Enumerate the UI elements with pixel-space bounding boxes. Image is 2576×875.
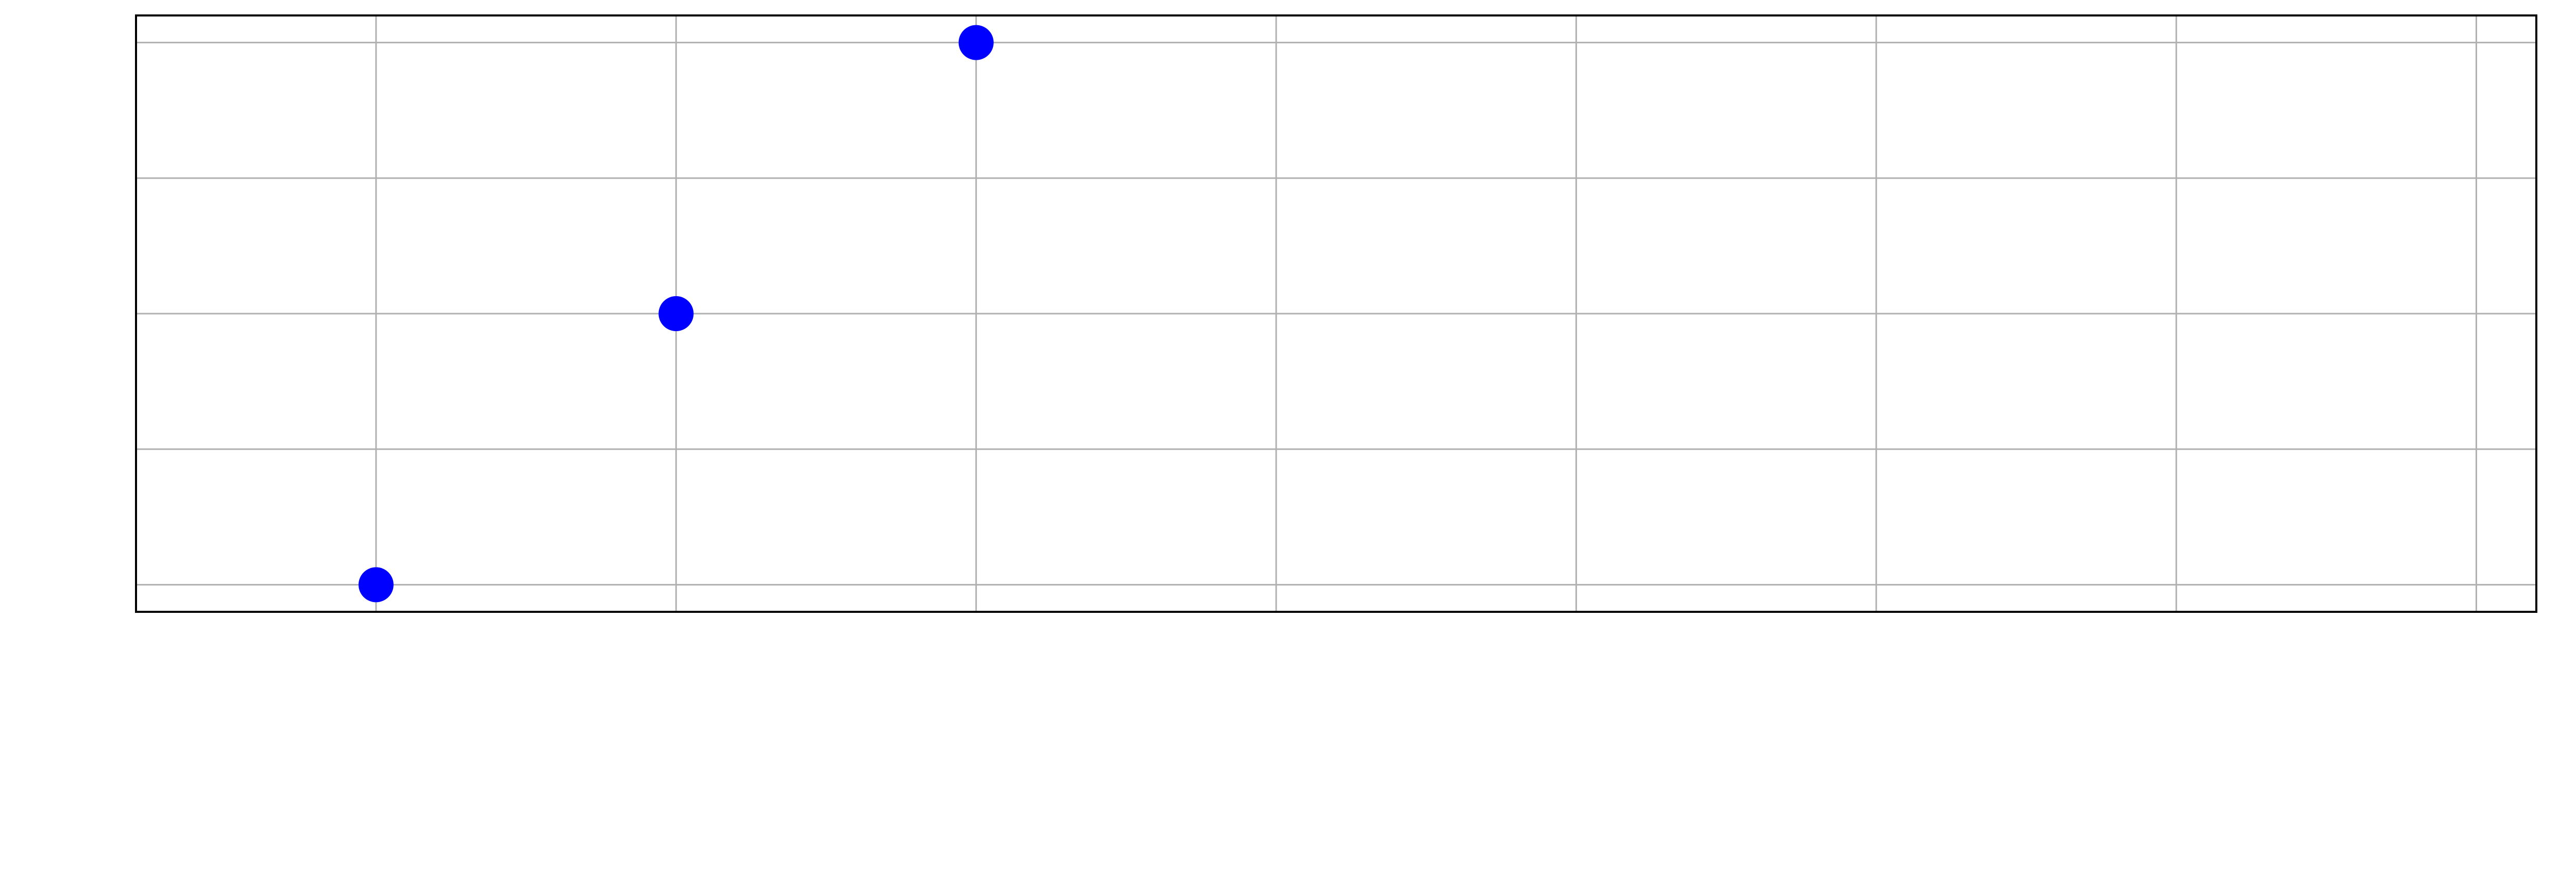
data-point-1-1 bbox=[358, 567, 394, 603]
data-point-1-3 bbox=[958, 25, 994, 60]
data-point-1-2 bbox=[658, 296, 694, 331]
scatter-chart bbox=[0, 0, 2576, 875]
grid-lines bbox=[136, 15, 2536, 612]
plot-area bbox=[135, 14, 2537, 613]
